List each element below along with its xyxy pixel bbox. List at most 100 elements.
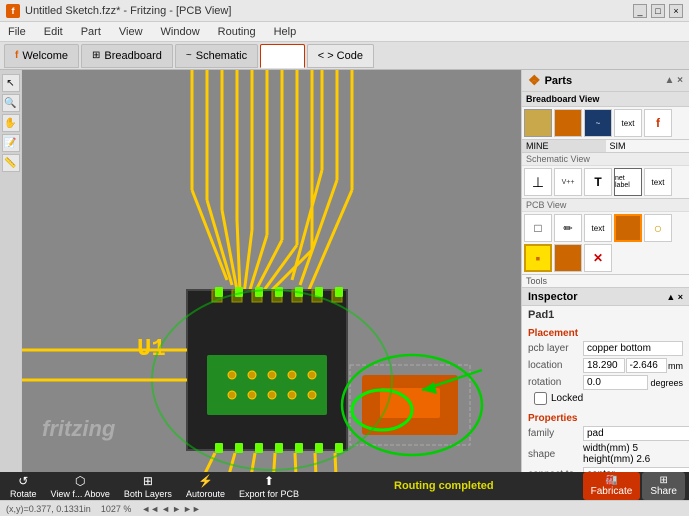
part-pcb-x[interactable]: ✕ [584, 244, 612, 272]
inspector-item-name: Pad1 [522, 306, 689, 324]
bottom-toolbar: ↺ Rotate ⬡ View f... Above ⊞ Both Layers… [0, 472, 689, 500]
rotation-row: rotation degrees [528, 375, 683, 390]
menu-help[interactable]: Help [270, 25, 301, 39]
window-controls[interactable]: _ □ × [633, 4, 683, 18]
inspector-properties-section: Properties family shape width(mm) 5heigh… [522, 409, 689, 472]
close-button[interactable]: × [669, 4, 683, 18]
nav-next[interactable]: ► [172, 504, 181, 514]
sidebar-btn-pan[interactable]: ✋ [2, 114, 20, 132]
tab-breadboard[interactable]: ⊞ Breadboard [81, 44, 173, 68]
parts-panel-title: Parts [545, 75, 573, 87]
view-above-label: View f... Above [51, 489, 110, 499]
menu-bar: File Edit Part View Window Routing Help [0, 22, 689, 42]
connect-to-label: connect to [528, 469, 583, 472]
part-text-sch[interactable]: text [644, 168, 672, 196]
inspector-header: Inspector ▲ × [522, 288, 689, 306]
rotate-label: Rotate [10, 489, 37, 499]
fabricate-icon: 🏭 [605, 475, 617, 486]
fabricate-label: Fabricate [591, 486, 633, 497]
part-f[interactable]: f [644, 109, 672, 137]
menu-file[interactable]: File [4, 25, 30, 39]
export-pcb-button[interactable]: ⬆ Export for PCB [233, 472, 305, 501]
schematic-tab-icon: ~ [186, 50, 192, 61]
part-T[interactable]: T [584, 168, 612, 196]
nav-prev-prev[interactable]: ◄◄ [141, 504, 159, 514]
part-orange[interactable] [554, 109, 582, 137]
inspector-close[interactable]: ▲ × [666, 292, 683, 302]
autoroute-button[interactable]: ⚡ Autoroute [180, 472, 231, 501]
pcb-layer-row: pcb layer copper bottom copper top [528, 341, 683, 356]
window-title: Untitled Sketch.fzz* - Fritzing - [PCB V… [25, 5, 633, 17]
part-pcb-orange-sq[interactable] [614, 214, 642, 242]
sidebar-btn-zoom[interactable]: 🔍 [2, 94, 20, 112]
title-bar: f Untitled Sketch.fzz* - Fritzing - [PCB… [0, 0, 689, 22]
location-x-input[interactable] [583, 358, 625, 373]
maximize-button[interactable]: □ [651, 4, 665, 18]
status-bar: (x,y)=0.377, 0.1331in 1027 % ◄◄ ◄ ► ►► [0, 500, 689, 516]
menu-part[interactable]: Part [77, 25, 105, 39]
part-blue[interactable]: ~ [584, 109, 612, 137]
part-pcb-pen[interactable]: ✏ [554, 214, 582, 242]
welcome-tab-icon: f [15, 50, 18, 61]
menu-routing[interactable]: Routing [214, 25, 260, 39]
minimize-button[interactable]: _ [633, 4, 647, 18]
tab-pcb[interactable]: PCB [260, 44, 305, 68]
locked-label: Locked [551, 393, 583, 404]
rotate-button[interactable]: ↺ Rotate [4, 472, 43, 501]
autoroute-icon: ⚡ [198, 474, 213, 488]
part-pcb-text[interactable]: text [584, 214, 612, 242]
locked-row: Locked [534, 392, 677, 405]
part-breadboard[interactable] [524, 109, 552, 137]
mine-tab[interactable]: MINE [522, 140, 606, 152]
tab-schematic-label: Schematic [196, 50, 247, 62]
rotation-unit: degrees [650, 378, 683, 388]
both-layers-icon: ⊞ [143, 474, 153, 488]
share-button[interactable]: ⊞ Share [642, 472, 685, 500]
inspector-title: Inspector [528, 291, 578, 303]
rotation-input[interactable] [583, 375, 648, 390]
inspector-placement-section: Placement pcb layer copper bottom copper… [522, 324, 689, 409]
part-pcb-orange2[interactable] [554, 244, 582, 272]
tabs-bar: f Welcome ⊞ Breadboard ~ Schematic PCB <… [0, 42, 689, 70]
routing-message: Routing completed [307, 480, 581, 492]
sim-tab[interactable]: SIM [606, 140, 689, 152]
tab-welcome[interactable]: f Welcome [4, 44, 79, 68]
location-y-input[interactable] [626, 358, 668, 373]
part-pcb-white[interactable]: □ [524, 214, 552, 242]
nav-prev[interactable]: ◄ [161, 504, 170, 514]
pcb-canvas[interactable]: U1 fritzin [22, 70, 521, 472]
view-above-button[interactable]: ⬡ View f... Above [45, 472, 116, 501]
tools-label: Tools [522, 275, 689, 287]
pcb-layer-select[interactable]: copper bottom copper top [583, 341, 683, 356]
right-panel: ❖ Parts ▲ × Breadboard View ~ text f MIN… [521, 70, 689, 472]
both-layers-button[interactable]: ⊞ Both Layers [118, 472, 178, 501]
menu-edit[interactable]: Edit [40, 25, 67, 39]
sidebar-btn-note[interactable]: 📝 [2, 134, 20, 152]
family-input[interactable] [583, 426, 689, 441]
pcb-layer-label: pcb layer [528, 343, 583, 354]
parts-panel-close[interactable]: ▲ × [664, 75, 683, 86]
part-netlabel[interactable]: net label [614, 168, 642, 196]
fabricate-button[interactable]: 🏭 Fabricate [583, 472, 641, 500]
menu-view[interactable]: View [115, 25, 147, 39]
tab-schematic[interactable]: ~ Schematic [175, 44, 258, 68]
part-vcc[interactable]: V++ [554, 168, 582, 196]
part-pcb-pad[interactable]: ▪ [524, 244, 552, 272]
part-text1[interactable]: text [614, 109, 642, 137]
shape-label: shape [528, 449, 583, 460]
tab-welcome-label: Welcome [22, 50, 68, 62]
menu-window[interactable]: Window [157, 25, 204, 39]
status-coords: (x,y)=0.377, 0.1331in [6, 504, 91, 514]
tab-code[interactable]: < > Code [307, 44, 374, 68]
breadboard-tab-icon: ⊞ [92, 50, 100, 61]
parts-panel-header: ❖ Parts ▲ × [522, 70, 689, 92]
locked-checkbox[interactable] [534, 392, 547, 405]
sidebar-btn-pointer[interactable]: ↖ [2, 74, 20, 92]
part-pcb-circle[interactable]: ○ [644, 214, 672, 242]
part-resistor[interactable]: ⊥ [524, 168, 552, 196]
tab-breadboard-label: Breadboard [104, 50, 162, 62]
tab-code-label: < > Code [318, 50, 363, 62]
autoroute-label: Autoroute [186, 489, 225, 499]
nav-next-next[interactable]: ►► [183, 504, 201, 514]
sidebar-btn-ruler[interactable]: 📏 [2, 154, 20, 172]
